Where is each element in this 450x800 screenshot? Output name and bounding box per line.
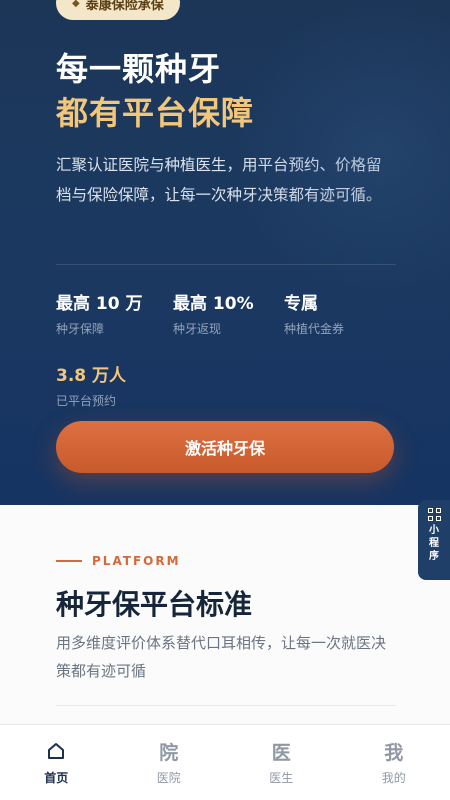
platform-eyebrow: PLATFORM [56,554,181,568]
doctor-icon: 医 [271,741,291,764]
tab-label: 首页 [44,771,69,785]
hero-title-line1: 每一颗种牙 [56,50,222,88]
activate-button[interactable]: 激活种牙保 [56,421,394,473]
tab-label: 医院 [156,771,181,785]
stat-value: 最高 10% [173,294,254,314]
platform-description: 用多维度评价体系替代口耳相传，让每一次就医决策都有迹可循 [56,634,387,680]
tab-profile[interactable]: 我 我的 [338,725,450,800]
home-icon [46,739,66,763]
hero-description: 汇聚认证医院与种植医生，用平台预约、价格留档与保险保障，让每一次种牙决策都有迹可… [56,156,382,204]
mini-program-tab[interactable]: 小程序 [418,500,450,580]
platform-divider [56,705,396,706]
tab-hospital[interactable]: 院 医院 [113,725,226,800]
hospital-icon: 院 [159,741,179,764]
stat-value: 最高 10 万 [56,294,143,314]
platform-section: PLATFORM 种牙保平台标准 用多维度评价体系替代口耳相传，让每一次就医决策… [0,505,450,725]
stat-label: 种牙返现 [173,322,222,336]
stat-value: 3.8 万人 [56,366,127,386]
stat-coverage: 最高 10 万 种牙保障 [56,289,143,337]
hero-section: ◆ 泰康保险承保 每一颗种牙 都有平台保障 汇聚认证医院与种植医生，用平台预约、… [0,0,450,505]
platform-title: 种牙保平台标准 [56,588,253,621]
mini-program-label: 小程序 [429,525,439,562]
tab-home[interactable]: 首页 [0,725,113,800]
tab-doctor[interactable]: 医 医生 [225,725,338,800]
stat-label: 种牙保障 [56,322,105,336]
insurer-badge: ◆ 泰康保险承保 [56,0,180,20]
diamond-icon: ◆ [72,0,80,9]
stat-label: 种植代金券 [284,322,345,336]
profile-icon: 我 [384,741,404,764]
qr-code-icon [427,508,441,521]
stat-voucher: 专属 种植代金券 [284,289,344,337]
stat-cashback: 最高 10% 种牙返现 [173,289,254,337]
tab-label: 我的 [381,771,406,785]
stat-label: 已平台预约 [56,394,117,408]
hero-divider [56,264,396,265]
insurer-badge-label: 泰康保险承保 [85,0,164,13]
bottom-tab-bar: 首页 院 医院 医 医生 我 我的 [0,724,450,800]
stat-value: 专属 [284,294,318,314]
tab-label: 医生 [269,771,294,785]
eyebrow-text: PLATFORM [92,554,181,568]
hero-title-line2: 都有平台保障 [56,94,255,132]
eyebrow-line [56,560,82,562]
stat-bookings: 3.8 万人 已平台预约 [56,361,126,409]
